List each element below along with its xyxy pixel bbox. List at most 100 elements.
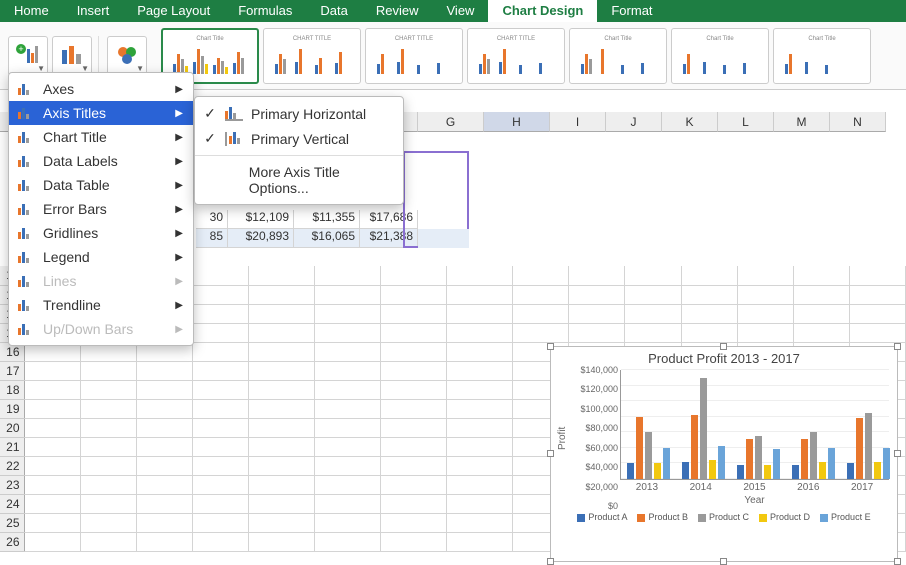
cell[interactable]: [681, 304, 737, 323]
quick-layout-button[interactable]: ▼: [52, 36, 92, 76]
bar[interactable]: [700, 378, 707, 479]
bar[interactable]: [773, 449, 780, 479]
cell[interactable]: [314, 266, 380, 285]
bar[interactable]: [737, 465, 744, 479]
cell[interactable]: [793, 304, 849, 323]
chart-object[interactable]: Product Profit 2013 - 2017 Profit $0$20,…: [550, 346, 898, 562]
cell[interactable]: [447, 513, 513, 532]
cell[interactable]: [248, 323, 314, 342]
cell[interactable]: [24, 475, 80, 494]
cell[interactable]: [192, 456, 248, 475]
legend-item[interactable]: Product D: [759, 512, 810, 522]
cell[interactable]: [248, 475, 314, 494]
col-header-m[interactable]: M: [774, 112, 830, 132]
cell[interactable]: [793, 266, 849, 285]
cell[interactable]: [314, 323, 380, 342]
cell[interactable]: [80, 361, 136, 380]
cell[interactable]: [248, 380, 314, 399]
bar[interactable]: [883, 448, 890, 479]
cell[interactable]: [314, 399, 380, 418]
cell[interactable]: [80, 399, 136, 418]
menu-item-axis-titles[interactable]: Axis Titles▶: [9, 101, 193, 125]
cell[interactable]: [447, 399, 513, 418]
cell[interactable]: [80, 437, 136, 456]
cell[interactable]: [314, 475, 380, 494]
cell[interactable]: [447, 456, 513, 475]
cell[interactable]: [381, 285, 447, 304]
cell[interactable]: [314, 342, 380, 361]
bar[interactable]: [856, 418, 863, 479]
bar[interactable]: [764, 465, 771, 479]
menu-item-error-bars[interactable]: Error Bars▶: [9, 197, 193, 221]
cell[interactable]: [192, 285, 248, 304]
row-header[interactable]: 21: [0, 437, 24, 456]
cell[interactable]: [737, 285, 793, 304]
cell[interactable]: [248, 494, 314, 513]
cell[interactable]: [24, 532, 80, 551]
cell[interactable]: [136, 532, 192, 551]
col-header-h[interactable]: H: [484, 112, 550, 132]
bar[interactable]: [801, 439, 808, 479]
legend-item[interactable]: Product B: [637, 512, 688, 522]
cell[interactable]: [314, 437, 380, 456]
chart-style-6[interactable]: Chart Title: [671, 28, 769, 84]
cell[interactable]: [381, 361, 447, 380]
tab-formulas[interactable]: Formulas: [224, 0, 306, 22]
tab-home[interactable]: Home: [0, 0, 63, 22]
bar[interactable]: [828, 448, 835, 479]
cell[interactable]: [381, 418, 447, 437]
bar[interactable]: [847, 463, 854, 479]
row-header[interactable]: 23: [0, 475, 24, 494]
tab-page-layout[interactable]: Page Layout: [123, 0, 224, 22]
bar[interactable]: [663, 448, 670, 479]
add-chart-element-button[interactable]: + ▼: [8, 36, 48, 76]
cell[interactable]: [314, 285, 380, 304]
cell[interactable]: [136, 380, 192, 399]
submenu-primary-horizontal[interactable]: ✓ Primary Horizontal: [195, 101, 403, 126]
x-axis-label[interactable]: Year: [620, 493, 889, 506]
cell[interactable]: [793, 285, 849, 304]
cell[interactable]: [136, 456, 192, 475]
cell[interactable]: [24, 399, 80, 418]
cell[interactable]: [24, 380, 80, 399]
cell[interactable]: [136, 475, 192, 494]
bar[interactable]: [691, 415, 698, 479]
cell[interactable]: [192, 532, 248, 551]
col-header-g[interactable]: G: [418, 112, 484, 132]
cell[interactable]: [569, 323, 625, 342]
tab-chart-design[interactable]: Chart Design: [488, 0, 597, 22]
bar[interactable]: [755, 436, 762, 479]
cell[interactable]: [447, 380, 513, 399]
cell[interactable]: [136, 494, 192, 513]
cell[interactable]: [381, 437, 447, 456]
cell[interactable]: [248, 285, 314, 304]
cell[interactable]: [381, 532, 447, 551]
cell[interactable]: [192, 399, 248, 418]
chart-style-4[interactable]: CHART TITLE: [467, 28, 565, 84]
cell[interactable]: [192, 380, 248, 399]
cell[interactable]: [849, 323, 905, 342]
row-header[interactable]: 26: [0, 532, 24, 551]
bar[interactable]: [718, 446, 725, 479]
cell[interactable]: [314, 380, 380, 399]
cell[interactable]: [248, 513, 314, 532]
bar[interactable]: [819, 462, 826, 479]
cell[interactable]: [447, 532, 513, 551]
cell[interactable]: [381, 342, 447, 361]
cell[interactable]: [192, 266, 248, 285]
chart-style-5[interactable]: Chart Title: [569, 28, 667, 84]
legend-item[interactable]: Product E: [820, 512, 871, 522]
cell[interactable]: [80, 494, 136, 513]
cell[interactable]: [381, 304, 447, 323]
cell[interactable]: [625, 323, 681, 342]
cell[interactable]: [447, 342, 513, 361]
bar[interactable]: [746, 439, 753, 479]
cell[interactable]: [793, 323, 849, 342]
row-header[interactable]: 22: [0, 456, 24, 475]
cell[interactable]: [136, 418, 192, 437]
cell[interactable]: [80, 380, 136, 399]
cell[interactable]: [381, 380, 447, 399]
tab-data[interactable]: Data: [306, 0, 361, 22]
cell[interactable]: [248, 342, 314, 361]
cell[interactable]: [314, 456, 380, 475]
